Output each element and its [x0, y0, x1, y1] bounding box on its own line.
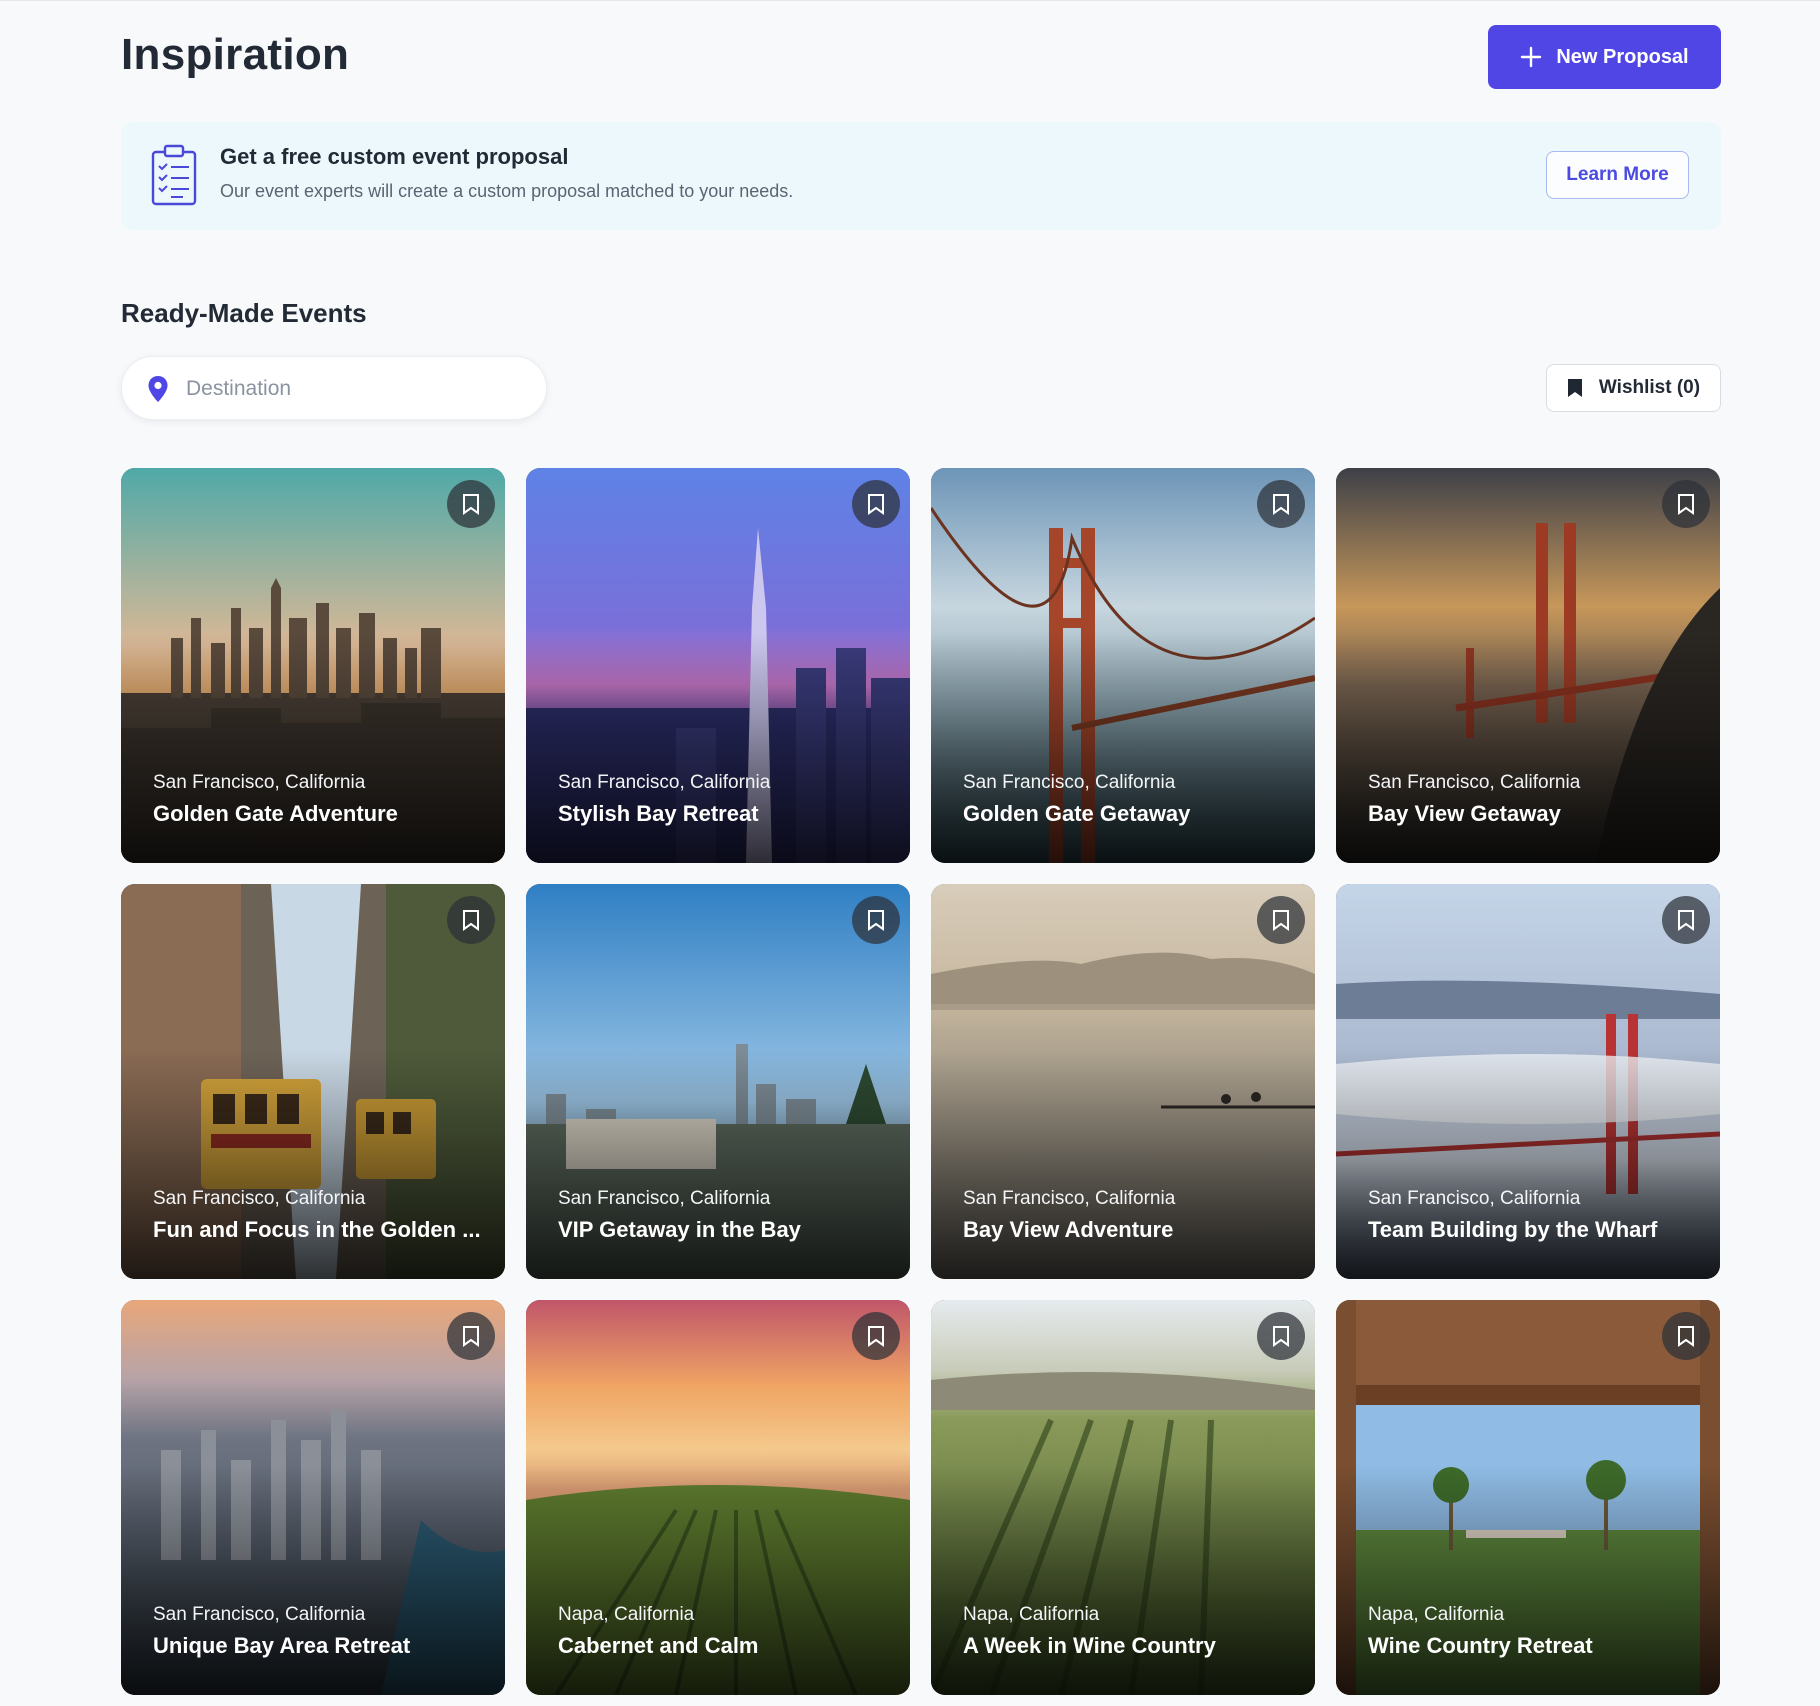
event-location: Napa, California — [963, 1604, 1100, 1625]
event-card[interactable]: Napa, California Cabernet and Calm — [526, 1300, 910, 1695]
bookmark-button[interactable] — [852, 1312, 900, 1360]
bookmark-icon — [1273, 494, 1289, 515]
image-overlay — [526, 633, 910, 863]
event-card[interactable]: Napa, California A Week in Wine Country — [931, 1300, 1315, 1695]
bookmark-button[interactable] — [1257, 1312, 1305, 1360]
wishlist-label: Wishlist (0) — [1598, 377, 1701, 398]
event-card[interactable]: San Francisco, California Bay View Getaw… — [1336, 468, 1720, 863]
image-overlay — [526, 1465, 910, 1695]
bookmark-button[interactable] — [1257, 896, 1305, 944]
destination-search — [121, 356, 547, 420]
bookmark-icon — [463, 910, 479, 931]
new-proposal-button[interactable]: New Proposal — [1488, 25, 1721, 89]
image-overlay — [931, 1465, 1315, 1695]
event-location: San Francisco, California — [1368, 772, 1581, 793]
event-card[interactable]: San Francisco, California Fun and Focus … — [121, 884, 505, 1279]
learn-more-button[interactable]: Learn More — [1546, 151, 1689, 199]
event-card[interactable]: San Francisco, California Unique Bay Are… — [121, 1300, 505, 1695]
event-location: San Francisco, California — [153, 1188, 366, 1209]
section-title: Ready-Made Events — [121, 298, 367, 328]
event-card[interactable]: San Francisco, California VIP Getaway in… — [526, 884, 910, 1279]
event-title: Stylish Bay Retreat — [558, 801, 759, 826]
bookmark-icon — [1678, 494, 1694, 515]
image-overlay — [1336, 1049, 1720, 1279]
event-title: Golden Gate Adventure — [153, 801, 398, 826]
bookmark-icon — [868, 910, 884, 931]
event-card[interactable]: San Francisco, California Golden Gate Ge… — [931, 468, 1315, 863]
event-title: Bay View Getaway — [1368, 801, 1561, 826]
event-location: Napa, California — [558, 1604, 695, 1625]
bookmark-icon — [1678, 910, 1694, 931]
destination-input[interactable] — [186, 371, 526, 407]
event-title: Cabernet and Calm — [558, 1633, 759, 1658]
event-card[interactable]: San Francisco, California Bay View Adven… — [931, 884, 1315, 1279]
bookmark-icon — [868, 1326, 884, 1347]
image-overlay — [1336, 1465, 1720, 1695]
event-location: San Francisco, California — [558, 772, 771, 793]
proposal-banner: Get a free custom event proposal Our eve… — [121, 122, 1721, 230]
top-divider — [0, 0, 1820, 1]
plus-icon — [1521, 46, 1542, 68]
bookmark-button[interactable] — [852, 896, 900, 944]
wishlist-button[interactable]: Wishlist (0) — [1546, 364, 1721, 412]
image-overlay — [121, 633, 505, 863]
event-title: VIP Getaway in the Bay — [558, 1217, 801, 1242]
bookmark-button[interactable] — [1257, 480, 1305, 528]
image-overlay — [526, 1049, 910, 1279]
event-title: Bay View Adventure — [963, 1217, 1174, 1242]
bookmark-icon — [463, 494, 479, 515]
bookmark-icon — [1273, 910, 1289, 931]
bookmark-button[interactable] — [1662, 1312, 1710, 1360]
event-location: San Francisco, California — [153, 772, 366, 793]
page-title: Inspiration — [121, 30, 350, 79]
event-title: Team Building by the Wharf — [1368, 1217, 1658, 1242]
event-title: Wine Country Retreat — [1368, 1633, 1593, 1658]
event-location: Napa, California — [1368, 1604, 1505, 1625]
new-proposal-label: New Proposal — [1556, 45, 1689, 68]
event-title: A Week in Wine Country — [963, 1633, 1216, 1658]
bookmark-button[interactable] — [447, 896, 495, 944]
clipboard-checklist-icon — [151, 144, 197, 206]
event-card[interactable]: San Francisco, California Team Building … — [1336, 884, 1720, 1279]
image-overlay — [1336, 633, 1720, 863]
event-card[interactable]: San Francisco, California Stylish Bay Re… — [526, 468, 910, 863]
image-overlay — [931, 633, 1315, 863]
bookmark-button[interactable] — [1662, 896, 1710, 944]
event-location: San Francisco, California — [963, 772, 1176, 793]
event-title: Golden Gate Getaway — [963, 801, 1191, 826]
bookmark-icon — [463, 1326, 479, 1347]
image-overlay — [931, 1049, 1315, 1279]
bookmark-button[interactable] — [447, 480, 495, 528]
bookmark-filled-icon — [1567, 379, 1582, 397]
bookmark-button[interactable] — [1662, 480, 1710, 528]
event-location: San Francisco, California — [153, 1604, 366, 1625]
bookmark-button[interactable] — [447, 1312, 495, 1360]
banner-title: Get a free custom event proposal — [220, 144, 569, 169]
event-location: San Francisco, California — [963, 1188, 1176, 1209]
bookmark-icon — [1678, 1326, 1694, 1347]
image-overlay — [121, 1465, 505, 1695]
bookmark-icon — [1273, 1326, 1289, 1347]
image-overlay — [121, 1049, 505, 1279]
bookmark-button[interactable] — [852, 480, 900, 528]
bookmark-icon — [868, 494, 884, 515]
event-title: Unique Bay Area Retreat — [153, 1633, 411, 1658]
event-title: Fun and Focus in the Golden ... — [153, 1217, 481, 1242]
event-card[interactable]: San Francisco, California Golden Gate Ad… — [121, 468, 505, 863]
map-pin-icon — [148, 376, 168, 402]
event-location: San Francisco, California — [1368, 1188, 1581, 1209]
event-location: San Francisco, California — [558, 1188, 771, 1209]
event-card[interactable]: Napa, California Wine Country Retreat — [1336, 1300, 1720, 1695]
banner-subtitle: Our event experts will create a custom p… — [220, 181, 794, 201]
